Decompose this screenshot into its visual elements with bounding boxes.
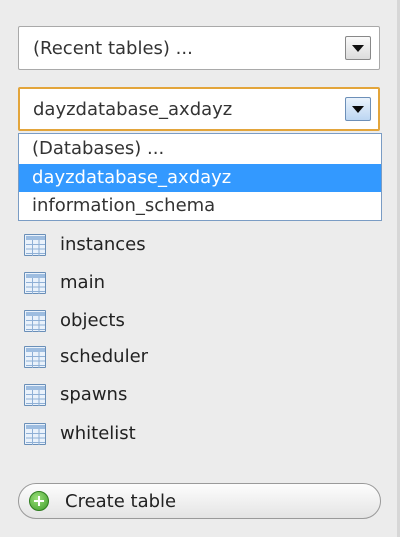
database-option[interactable]: information_schema — [19, 192, 381, 220]
database-option[interactable]: (Databases) ... — [19, 134, 381, 164]
table-name: spawns — [60, 384, 128, 405]
recent-tables-select[interactable]: (Recent tables) ... — [18, 26, 380, 70]
table-name: main — [60, 272, 105, 293]
table-name: objects — [60, 310, 125, 331]
plus-circle-icon — [29, 491, 49, 511]
table-list-item[interactable]: main — [24, 270, 224, 296]
table-icon — [24, 346, 46, 368]
database-dropdown-list: (Databases) ... dayzdatabase_axdayz info… — [18, 133, 382, 221]
chevron-down-icon[interactable] — [345, 97, 371, 121]
database-select[interactable]: dayzdatabase_axdayz — [18, 87, 380, 131]
database-option-selected[interactable]: dayzdatabase_axdayz — [19, 164, 381, 192]
table-list-item[interactable]: objects — [24, 308, 224, 334]
create-table-label: Create table — [65, 491, 177, 512]
table-icon — [24, 423, 46, 445]
table-icon — [24, 310, 46, 332]
create-table-button[interactable]: Create table — [18, 483, 381, 519]
database-select-value: dayzdatabase_axdayz — [33, 99, 233, 120]
table-list-item[interactable]: whitelist — [24, 421, 224, 447]
table-list-item[interactable]: instances — [24, 232, 224, 258]
table-icon — [24, 272, 46, 294]
table-name: instances — [60, 234, 146, 255]
table-icon — [24, 234, 46, 256]
chevron-down-icon[interactable] — [345, 36, 371, 60]
table-name: whitelist — [60, 423, 136, 444]
recent-tables-value: (Recent tables) ... — [33, 38, 193, 59]
table-list-item[interactable]: spawns — [24, 382, 224, 408]
table-list-item[interactable]: scheduler — [24, 344, 224, 370]
table-name: scheduler — [60, 346, 149, 367]
table-icon — [24, 384, 46, 406]
